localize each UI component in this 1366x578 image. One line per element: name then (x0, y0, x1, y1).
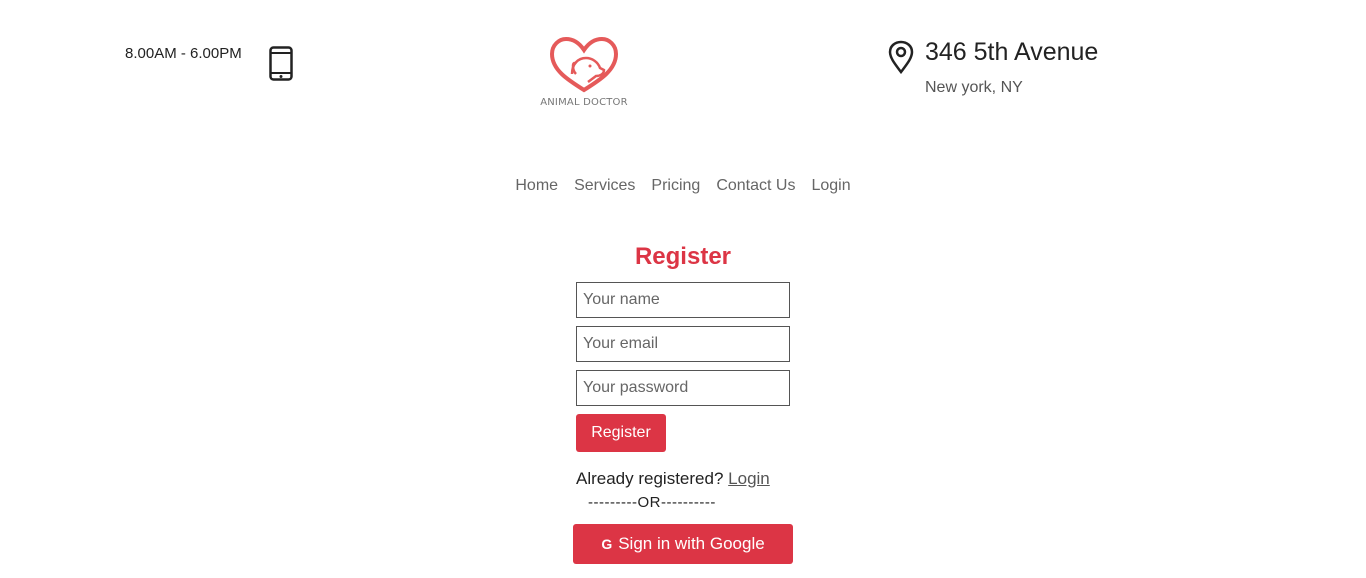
business-hours: 8.00AM - 6.00PM (125, 45, 242, 62)
google-signin-label: Sign in with Google (618, 534, 765, 553)
main-nav: Home Services Pricing Contact Us Login (0, 177, 1366, 195)
password-input[interactable] (576, 370, 790, 406)
heart-dog-logo-icon (549, 36, 619, 93)
phone-icon (269, 46, 293, 81)
nav-home[interactable]: Home (515, 177, 558, 195)
already-registered-text: Already registered? (576, 469, 724, 488)
nav-services[interactable]: Services (574, 177, 635, 195)
google-icon: G (601, 536, 613, 552)
address-city: New york, NY (925, 79, 1023, 96)
name-input[interactable] (576, 282, 790, 318)
address-street: 346 5th Avenue (925, 38, 1099, 66)
nav-contact-us[interactable]: Contact Us (716, 177, 795, 195)
register-title: Register (634, 243, 732, 270)
email-input[interactable] (576, 326, 790, 362)
google-signin-button[interactable]: G Sign in with Google (573, 524, 793, 564)
login-link[interactable]: Login (728, 469, 770, 488)
logo-text: ANIMAL DOCTOR (540, 97, 628, 108)
register-button[interactable]: Register (576, 414, 666, 452)
or-separator: ---------OR---------- (588, 494, 716, 511)
map-pin-icon (887, 40, 915, 75)
nav-pricing[interactable]: Pricing (651, 177, 700, 195)
nav-login[interactable]: Login (811, 177, 850, 195)
logo[interactable]: ANIMAL DOCTOR (528, 36, 640, 112)
already-registered: Already registered? Login (576, 469, 770, 489)
